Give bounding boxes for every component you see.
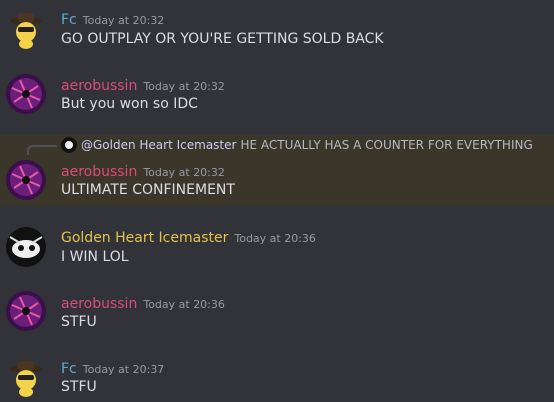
- message-text: STFU: [61, 314, 97, 330]
- reply-text: HE ACTUALLY HAS A COUNTER FOR EVERYTHING: [240, 138, 533, 152]
- timestamp: Today at 20:36: [234, 232, 316, 245]
- message-text: But you won so IDC: [61, 96, 198, 112]
- message-highlighted: @Golden Heart Icemaster HE ACTUALLY HAS …: [0, 135, 554, 206]
- timestamp: Today at 20:32: [143, 80, 225, 93]
- timestamp: Today at 20:32: [82, 14, 165, 27]
- avatar-aerobussin[interactable]: [6, 74, 46, 114]
- author-name[interactable]: aerobussin: [61, 164, 137, 180]
- message: Fc Today at 20:37 STFU: [0, 350, 554, 402]
- avatar-fc[interactable]: [6, 357, 46, 397]
- author-name[interactable]: aerobussin: [61, 78, 137, 94]
- author-name[interactable]: aerobussin: [61, 296, 137, 312]
- timestamp: Today at 20:32: [143, 166, 225, 179]
- author-name[interactable]: Golden Heart Icemaster: [61, 230, 228, 246]
- message: aerobussin Today at 20:36 STFU: [0, 284, 554, 344]
- author-name[interactable]: Fc: [61, 12, 77, 28]
- avatar-aerobussin[interactable]: [6, 160, 46, 200]
- reply-avatar: [61, 137, 77, 153]
- author-name[interactable]: Fc: [61, 361, 77, 377]
- message: Fc Today at 20:32 GO OUTPLAY OR YOU'RE GE…: [0, 0, 554, 60]
- avatar-aerobussin[interactable]: [6, 291, 46, 331]
- reply-connector: [27, 145, 57, 155]
- reply-preview[interactable]: @Golden Heart Icemaster HE ACTUALLY HAS …: [61, 137, 533, 153]
- message-text: ULTIMATE CONFINEMENT: [61, 182, 235, 198]
- message-text: GO OUTPLAY OR YOU'RE GETTING SOLD BACK: [61, 31, 384, 47]
- avatar-fc[interactable]: [6, 9, 46, 49]
- message-text: STFU: [61, 379, 97, 395]
- timestamp: Today at 20:36: [143, 298, 225, 311]
- avatar-golden-heart[interactable]: [6, 227, 46, 267]
- message: Golden Heart Icemaster Today at 20:36 I W…: [0, 218, 554, 278]
- message-text: I WIN LOL: [61, 249, 129, 265]
- reply-mention[interactable]: @Golden Heart Icemaster: [81, 138, 236, 152]
- message: aerobussin Today at 20:32 But you won so …: [0, 66, 554, 126]
- timestamp: Today at 20:37: [82, 363, 165, 376]
